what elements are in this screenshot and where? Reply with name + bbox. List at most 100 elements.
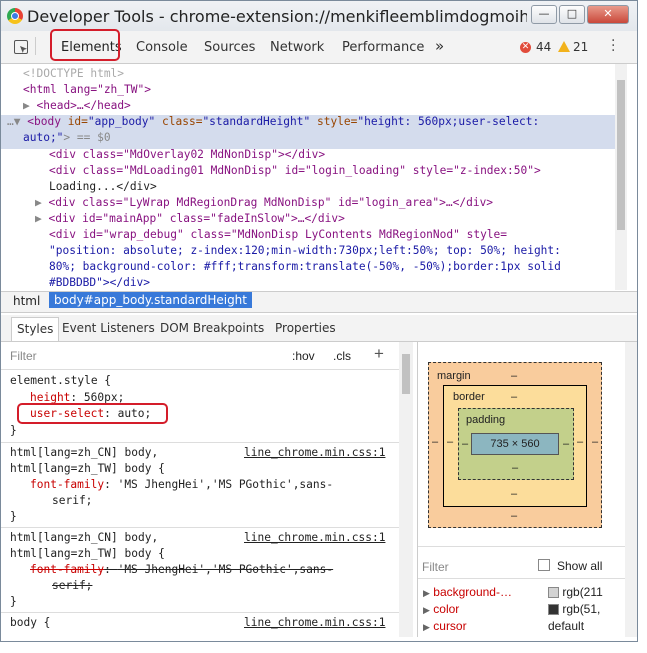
rule1-selector-1[interactable]: html[lang=zh_CN] body, bbox=[10, 446, 158, 459]
more-tabs-chevron-icon[interactable]: » bbox=[435, 37, 444, 55]
computed-value: rgb(211 bbox=[548, 585, 603, 599]
dom-head-node[interactable]: ▶ <head>…</head> bbox=[23, 99, 131, 112]
dom-overlay-node[interactable]: <div class="MdOverlay02 MdNonDisp"></div… bbox=[49, 148, 325, 161]
dom-doctype[interactable]: <!DOCTYPE html> bbox=[23, 67, 124, 80]
font-family-prop[interactable]: font-family bbox=[30, 478, 104, 491]
font-family-declaration[interactable]: font-family: 'MS JhengHei','MS PGothic',… bbox=[30, 478, 333, 491]
dom-body-node[interactable]: …▼ <body id="app_body" class="standardHe… bbox=[7, 115, 539, 128]
dom-debug-style-1[interactable]: "position: absolute; z-index:120;min-wid… bbox=[49, 244, 561, 257]
rule2-selector-1[interactable]: html[lang=zh_CN] body, bbox=[10, 531, 158, 544]
overridden-font-family-declaration[interactable]: font-family: 'MS JhengHei','MS PGothic',… bbox=[30, 563, 333, 576]
margin-top-value[interactable]: – bbox=[511, 370, 517, 382]
body-tag: <body bbox=[27, 115, 61, 128]
padding-bottom-value[interactable]: – bbox=[512, 462, 518, 474]
dom-loading-node[interactable]: <div class="MdLoading01 MdNonDisp" id="l… bbox=[49, 164, 541, 177]
cls-toggle[interactable]: .cls bbox=[333, 349, 351, 363]
expand-arrow-icon[interactable]: ▶ bbox=[423, 622, 430, 632]
computed-row[interactable]: ▶ color rgb(51, bbox=[418, 602, 636, 619]
dom-debug-node[interactable]: <div id="wrap_debug" class="MdNonDisp Ly… bbox=[49, 228, 507, 241]
styles-scrollbar-thumb[interactable] bbox=[402, 354, 410, 394]
dom-loading-text[interactable]: Loading...</div> bbox=[49, 180, 157, 193]
margin-bottom-value[interactable]: – bbox=[511, 510, 517, 522]
new-rule-plus-icon[interactable]: + bbox=[374, 344, 384, 364]
tab-performance[interactable]: Performance bbox=[342, 40, 424, 55]
padding-left-value[interactable]: – bbox=[462, 438, 468, 450]
dom-html-node[interactable]: <html lang="zh_TW"> bbox=[23, 83, 151, 96]
border-bottom-value[interactable]: – bbox=[511, 488, 517, 500]
tab-properties[interactable]: Properties bbox=[275, 321, 336, 335]
body-class-val: "standardHeight" bbox=[202, 115, 311, 128]
styles-scrollbar[interactable] bbox=[399, 342, 413, 637]
close-window-button[interactable]: ✕ bbox=[587, 5, 629, 24]
padding-right-value[interactable]: – bbox=[563, 438, 569, 450]
tab-dom-breakpoints[interactable]: DOM Breakpoints bbox=[160, 321, 264, 335]
tab-styles[interactable]: Styles bbox=[11, 317, 60, 341]
element-style-selector[interactable]: element.style { bbox=[10, 374, 111, 387]
rule1-selector-2[interactable]: html[lang=zh_TW] body { bbox=[10, 462, 165, 475]
font-family-val-cont: serif; bbox=[52, 494, 93, 507]
inspect-element-icon[interactable] bbox=[14, 40, 28, 54]
rule3-selector[interactable]: body { bbox=[10, 616, 50, 629]
border-right-value[interactable]: – bbox=[577, 436, 583, 448]
computed-scrollbar[interactable] bbox=[625, 342, 637, 637]
expand-arrow-icon[interactable]: ▶ bbox=[35, 212, 42, 225]
overridden-font-family-prop[interactable]: font-family bbox=[30, 563, 104, 576]
tab-sources[interactable]: Sources bbox=[204, 40, 255, 55]
selected-marker: > == $0 bbox=[63, 131, 111, 144]
computed-row[interactable]: ▶ cursor default bbox=[418, 619, 636, 636]
error-icon[interactable]: ✕ bbox=[520, 42, 531, 53]
tab-console[interactable]: Console bbox=[136, 40, 188, 55]
styles-filter-row: Filter :hov .cls + bbox=[1, 342, 399, 370]
box-model-padding[interactable]: padding – – – 735 × 560 bbox=[458, 408, 574, 480]
margin-right-value[interactable]: – bbox=[592, 436, 598, 448]
computed-filter-input[interactable]: Filter bbox=[422, 560, 449, 574]
hov-toggle[interactable]: :hov bbox=[292, 349, 315, 363]
expand-arrow-icon[interactable]: ▶ bbox=[35, 196, 42, 209]
dom-debug-style-3[interactable]: #BDBDBD"></div> bbox=[49, 276, 150, 289]
warning-icon[interactable] bbox=[558, 41, 570, 52]
color-swatch-icon[interactable] bbox=[548, 604, 559, 616]
dom-scrollbar[interactable] bbox=[615, 64, 627, 290]
dom-lywrap-node[interactable]: ▶ <div class="LyWrap MdRegionDrag MdNonD… bbox=[35, 196, 493, 209]
collapse-arrow-icon[interactable]: ▼ bbox=[14, 115, 21, 128]
more-options-icon[interactable]: · · · bbox=[611, 34, 615, 58]
rule2-selector-2[interactable]: html[lang=zh_TW] body { bbox=[10, 547, 165, 560]
border-left-value[interactable]: – bbox=[447, 436, 453, 448]
styles-filter-input[interactable]: Filter bbox=[10, 349, 37, 363]
overridden-font-family-val[interactable]: 'MS JhengHei','MS PGothic',sans- bbox=[118, 563, 334, 576]
expand-arrow-icon[interactable]: ▶ bbox=[23, 99, 30, 112]
rule1-source-link[interactable]: line_chrome.min.css:1 bbox=[244, 446, 385, 459]
dom-body-node-cont[interactable]: auto;"> == $0 bbox=[23, 131, 111, 144]
rule-divider bbox=[1, 527, 399, 528]
node-actions-icon[interactable]: … bbox=[7, 115, 14, 128]
dom-mainapp-node[interactable]: ▶ <div id="mainApp" class="fadeInSlow">…… bbox=[35, 212, 345, 225]
overridden-font-family-val-cont: serif; bbox=[52, 579, 93, 592]
box-model-content-size[interactable]: 735 × 560 bbox=[471, 433, 559, 455]
error-count[interactable]: 44 bbox=[536, 40, 551, 54]
tab-network[interactable]: Network bbox=[270, 40, 324, 55]
color-swatch-icon[interactable] bbox=[548, 587, 559, 599]
minimize-button[interactable]: — bbox=[531, 5, 557, 24]
tab-event-listeners[interactable]: Event Listeners bbox=[62, 321, 155, 335]
rule2-source-link[interactable]: line_chrome.min.css:1 bbox=[244, 531, 385, 544]
breadcrumb-html[interactable]: html bbox=[13, 294, 40, 308]
breadcrumb-body[interactable]: body#app_body.standardHeight bbox=[49, 292, 252, 308]
expand-arrow-icon[interactable]: ▶ bbox=[423, 605, 430, 615]
computed-row[interactable]: ▶ background-… rgb(211 bbox=[418, 585, 636, 602]
computed-prop: color bbox=[433, 602, 460, 616]
dom-scrollbar-thumb[interactable] bbox=[617, 80, 625, 230]
rule3-source-link[interactable]: line_chrome.min.css:1 bbox=[244, 616, 385, 629]
dom-lywrap-label: <div class="LyWrap MdRegionDrag MdNonDis… bbox=[48, 196, 494, 209]
expand-arrow-icon[interactable]: ▶ bbox=[423, 588, 430, 598]
show-all-checkbox[interactable] bbox=[538, 559, 550, 571]
show-all-label: Show all bbox=[557, 559, 603, 573]
dom-debug-style-2[interactable]: 80%; background-color: #fff;transform:tr… bbox=[49, 260, 561, 273]
maximize-button[interactable]: □ bbox=[559, 5, 585, 24]
font-family-val[interactable]: 'MS JhengHei','MS PGothic',sans- bbox=[118, 478, 334, 491]
user-select-highlight bbox=[17, 403, 168, 424]
warning-count[interactable]: 21 bbox=[573, 40, 588, 54]
box-model-border[interactable]: border – – – – padding – – – 735 × 560 bbox=[443, 385, 587, 507]
margin-left-value[interactable]: – bbox=[432, 436, 438, 448]
border-top-value[interactable]: – bbox=[511, 391, 517, 403]
box-model-margin[interactable]: margin – – – – border – – – – padding – … bbox=[428, 362, 602, 528]
